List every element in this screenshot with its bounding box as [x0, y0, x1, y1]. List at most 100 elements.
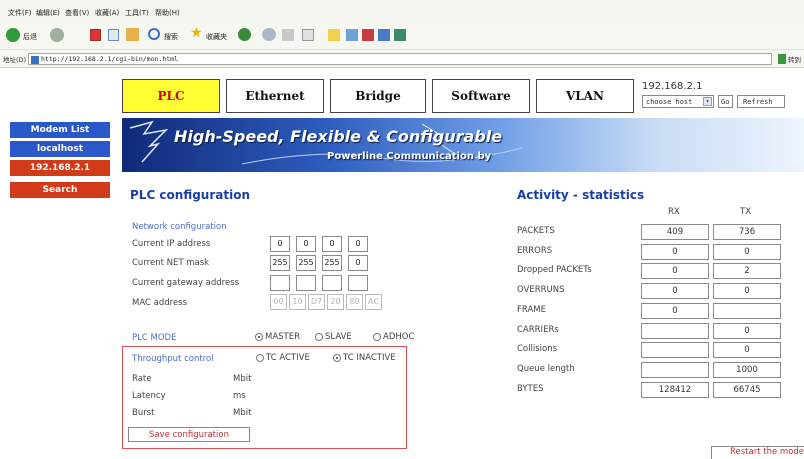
stats-rx-value — [641, 342, 709, 358]
ip-octet-2[interactable]: 0 — [296, 236, 316, 252]
tab-software-label: Software — [451, 89, 511, 103]
mail-icon[interactable] — [302, 29, 314, 41]
tab-plc[interactable]: PLC — [122, 79, 220, 113]
stats-tx-value: 0 — [713, 283, 781, 299]
sidebar-item-search[interactable]: Search — [10, 182, 110, 198]
address-bar: 地址(D) http://192.168.2.1/cgi-bin/mon.htm… — [0, 50, 804, 68]
forward-arrow-icon[interactable] — [50, 28, 64, 42]
research-icon[interactable] — [378, 29, 390, 41]
radio-dot-icon — [333, 354, 341, 362]
stats-rx-value: 0 — [641, 303, 709, 319]
ip-octet-1[interactable]: 0 — [270, 236, 290, 252]
browser-toolbar: 后退 搜索 ★ 收藏夹 — [0, 22, 804, 50]
url-field[interactable]: http://192.168.2.1/cgi-bin/mon.html — [28, 53, 772, 65]
back-arrow-icon[interactable] — [6, 28, 20, 42]
ip-octet-4[interactable]: 0 — [348, 236, 368, 252]
folder-icon[interactable] — [328, 29, 340, 41]
throughput-panel: Throughput control TC ACTIVE TC INACTIVE… — [122, 346, 407, 449]
gateway-octet-1[interactable] — [270, 275, 290, 291]
tab-ethernet[interactable]: Ethernet — [226, 79, 324, 113]
edit-icon[interactable] — [346, 29, 358, 41]
favorites-star-icon[interactable]: ★ — [190, 25, 203, 41]
menu-edit[interactable]: 编辑(E) — [36, 8, 60, 18]
mask-octet-2[interactable]: 255 — [296, 255, 316, 271]
latency-label: Latency — [132, 391, 166, 401]
go-label[interactable]: 转到 — [788, 54, 801, 64]
gateway-octet-3[interactable] — [322, 275, 342, 291]
tab-vlan[interactable]: VLAN — [536, 79, 634, 113]
banner: High-Speed, Flexible & Configurable Powe… — [122, 118, 804, 172]
stats-row-label: OVERRUNS — [517, 285, 565, 295]
host-select[interactable]: choose host ▾ — [642, 95, 714, 108]
sidebar-item-localhost[interactable]: localhost — [10, 141, 110, 157]
stats-rx-value: 128412 — [641, 382, 709, 398]
messenger-icon[interactable] — [362, 29, 374, 41]
mode-adhoc-radio[interactable]: ADHOC — [373, 332, 414, 342]
burst-label: Burst — [132, 408, 155, 418]
search-label[interactable]: 搜索 — [164, 32, 178, 42]
go-button[interactable]: Go — [718, 95, 733, 108]
stats-title: Activity - statistics — [517, 188, 645, 202]
gateway-octet-2[interactable] — [296, 275, 316, 291]
mode-adhoc-label: ADHOC — [383, 332, 415, 342]
banner-subline: Powerline Communication by — [327, 151, 492, 162]
media-icon[interactable] — [238, 28, 251, 41]
radio-dot-icon — [315, 333, 323, 341]
radio-dot-icon — [256, 354, 264, 362]
stats-row-label: BYTES — [517, 384, 544, 394]
tab-ethernet-label: Ethernet — [245, 89, 305, 103]
print-icon[interactable] — [282, 29, 294, 41]
mask-octet-1[interactable]: 255 — [270, 255, 290, 271]
radio-dot-icon — [255, 333, 263, 341]
chevron-down-icon[interactable]: ▾ — [703, 97, 712, 106]
stats-rx-value: 0 — [641, 283, 709, 299]
mac-label: MAC address — [132, 298, 188, 308]
mode-master-radio[interactable]: MASTER — [255, 332, 300, 342]
host-ip: 192.168.2.1 — [642, 81, 703, 92]
search-icon[interactable] — [148, 28, 160, 40]
refresh-button[interactable]: Refresh — [737, 95, 785, 108]
stats-tx-value: 2 — [713, 263, 781, 279]
stats-row-label: ERRORS — [517, 246, 553, 256]
sidebar-item-host-ip[interactable]: 192.168.2.1 — [10, 160, 110, 176]
menu-favorites[interactable]: 收藏(A) — [95, 8, 119, 18]
go-arrow-icon[interactable] — [778, 54, 786, 64]
rx-header: RX — [668, 207, 680, 217]
sidebar-item-modem-list[interactable]: Modem List — [10, 122, 110, 138]
ip-octet-3[interactable]: 0 — [322, 236, 342, 252]
mac-byte-1: 00 — [270, 294, 287, 310]
back-label[interactable]: 后退 — [23, 32, 37, 42]
mask-octet-4[interactable]: 0 — [348, 255, 368, 271]
tc-active-radio[interactable]: TC ACTIVE — [256, 353, 310, 363]
gateway-label: Current gateway address — [132, 278, 240, 288]
restart-modem-button[interactable]: Restart the mode — [711, 446, 804, 459]
browser-menubar: 文件(F) 编辑(E) 查看(V) 收藏(A) 工具(T) 帮助(H) — [0, 0, 804, 22]
favorites-label[interactable]: 收藏夹 — [206, 32, 227, 42]
stats-row-label: CARRIERs — [517, 325, 559, 335]
save-configuration-button[interactable]: Save configuration — [128, 427, 250, 442]
menu-help[interactable]: 帮助(H) — [155, 8, 180, 18]
stats-tx-value: 736 — [713, 224, 781, 240]
tab-bridge[interactable]: Bridge — [330, 79, 426, 113]
stats-row-label: Dropped PACKETs — [517, 265, 592, 275]
history-icon[interactable] — [262, 28, 276, 41]
stats-rx-value: 0 — [641, 244, 709, 260]
mode-slave-radio[interactable]: SLAVE — [315, 332, 352, 342]
mask-label: Current NET mask — [132, 258, 210, 268]
tc-inactive-radio[interactable]: TC INACTIVE — [333, 353, 396, 363]
menu-tools[interactable]: 工具(T) — [125, 8, 149, 18]
menu-view[interactable]: 查看(V) — [65, 8, 89, 18]
stop-icon[interactable] — [90, 29, 101, 41]
gateway-octet-4[interactable] — [348, 275, 368, 291]
tools-icon[interactable] — [394, 29, 406, 41]
menu-file[interactable]: 文件(F) — [8, 8, 32, 18]
mask-octet-3[interactable]: 255 — [322, 255, 342, 271]
refresh-icon[interactable] — [108, 29, 119, 41]
mac-byte-6: AC — [365, 294, 382, 310]
address-label: 地址(D) — [3, 56, 27, 64]
throughput-label: Throughput control — [132, 354, 214, 364]
mac-byte-4: 20 — [327, 294, 344, 310]
ip-label: Current IP address — [132, 239, 211, 249]
home-icon[interactable] — [126, 28, 139, 41]
tab-software[interactable]: Software — [432, 79, 530, 113]
